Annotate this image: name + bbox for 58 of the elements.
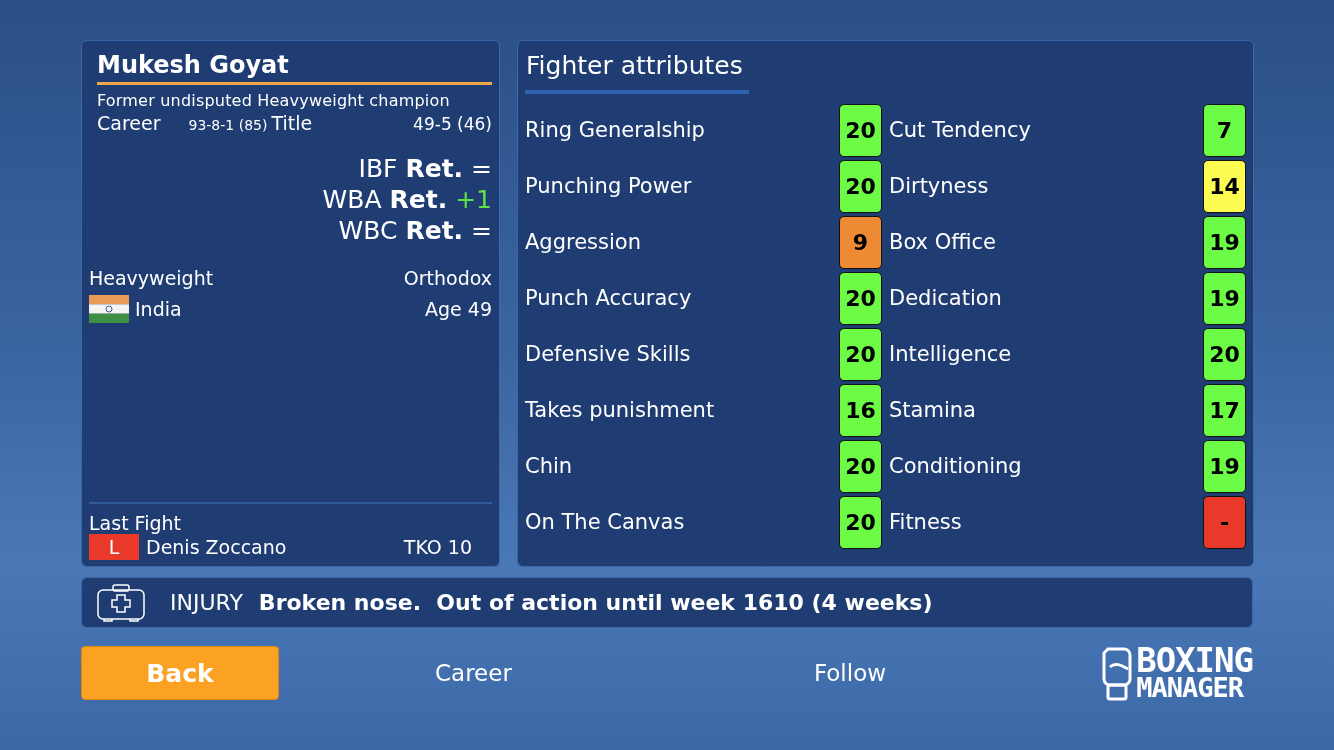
attribute-score: 17 bbox=[1203, 383, 1246, 437]
attribute-score: 20 bbox=[1203, 327, 1246, 381]
attributes-title: Fighter attributes bbox=[525, 51, 744, 80]
attribute-name: Fitness bbox=[889, 510, 962, 534]
age-text: Age 49 bbox=[425, 298, 492, 320]
record-label: Career bbox=[97, 112, 161, 134]
injury-text: Broken nose. Out of action until week 1610 (4 weeks) bbox=[258, 590, 933, 615]
belt-ranking: IBF Ret. = bbox=[358, 154, 492, 183]
fighter-name: Mukesh Goyat bbox=[96, 50, 290, 81]
injury-label: INJURY bbox=[170, 590, 243, 615]
last-fight-heading: Last Fight bbox=[89, 512, 182, 534]
attribute-score: - bbox=[1203, 495, 1246, 549]
opponent-name: Denis Zoccano bbox=[146, 536, 287, 558]
attribute-name: Conditioning bbox=[889, 454, 1022, 478]
attribute-name: Defensive Skills bbox=[525, 342, 691, 366]
attribute-score: 19 bbox=[1203, 439, 1246, 493]
country-text: India bbox=[135, 298, 182, 320]
attribute-score: 9 bbox=[839, 215, 882, 269]
nav-link[interactable]: Follow bbox=[807, 659, 893, 687]
attribute-name: Chin bbox=[525, 454, 573, 478]
attribute-score: 14 bbox=[1203, 159, 1246, 213]
attribute-score: 20 bbox=[839, 327, 882, 381]
record-value: 93-8-1 (85) bbox=[188, 117, 268, 133]
attribute-score: 20 bbox=[839, 439, 882, 493]
attribute-name: Dirtyness bbox=[889, 174, 989, 198]
attribute-score: 20 bbox=[839, 159, 882, 213]
medical-kit-icon bbox=[96, 583, 146, 622]
attribute-name: Cut Tendency bbox=[889, 118, 1031, 142]
attribute-score: 7 bbox=[1203, 103, 1246, 157]
attribute-name: Stamina bbox=[889, 398, 976, 422]
fight-method: TKO 10 bbox=[403, 536, 472, 558]
attribute-name: Ring Generalship bbox=[525, 118, 705, 142]
brand-logo: BOXING MANAGER bbox=[1136, 644, 1253, 702]
attribute-name: Punching Power bbox=[525, 174, 692, 198]
fighter-subtitle: Former undisputed Heavyweight champion bbox=[96, 91, 451, 110]
attribute-name: Takes punishment bbox=[525, 398, 715, 422]
attribute-name: Aggression bbox=[525, 230, 641, 254]
attribute-score: 19 bbox=[1203, 271, 1246, 325]
attribute-score: 16 bbox=[839, 383, 882, 437]
attribute-name: On The Canvas bbox=[525, 510, 685, 534]
attribute-score: 20 bbox=[839, 271, 882, 325]
attribute-score: 20 bbox=[839, 103, 882, 157]
stance-text: Orthodox bbox=[403, 267, 492, 289]
belt-ranking: WBC Ret. = bbox=[338, 216, 492, 245]
flag-icon bbox=[89, 295, 129, 323]
record-value: 49-5 (46) bbox=[413, 114, 492, 134]
result-badge: L bbox=[89, 534, 139, 560]
record-label: Title bbox=[271, 112, 313, 134]
division-text: Heavyweight bbox=[89, 267, 214, 289]
attribute-score: 19 bbox=[1203, 215, 1246, 269]
attribute-name: Dedication bbox=[889, 286, 1002, 310]
boxing-glove-icon bbox=[1102, 645, 1133, 701]
attribute-score: 20 bbox=[839, 495, 882, 549]
attribute-name: Intelligence bbox=[889, 342, 1012, 366]
attribute-name: Punch Accuracy bbox=[525, 286, 692, 310]
nav-link[interactable]: Career bbox=[429, 659, 518, 687]
attribute-name: Box Office bbox=[889, 230, 996, 254]
belt-ranking: WBA Ret. +1 bbox=[322, 185, 492, 214]
